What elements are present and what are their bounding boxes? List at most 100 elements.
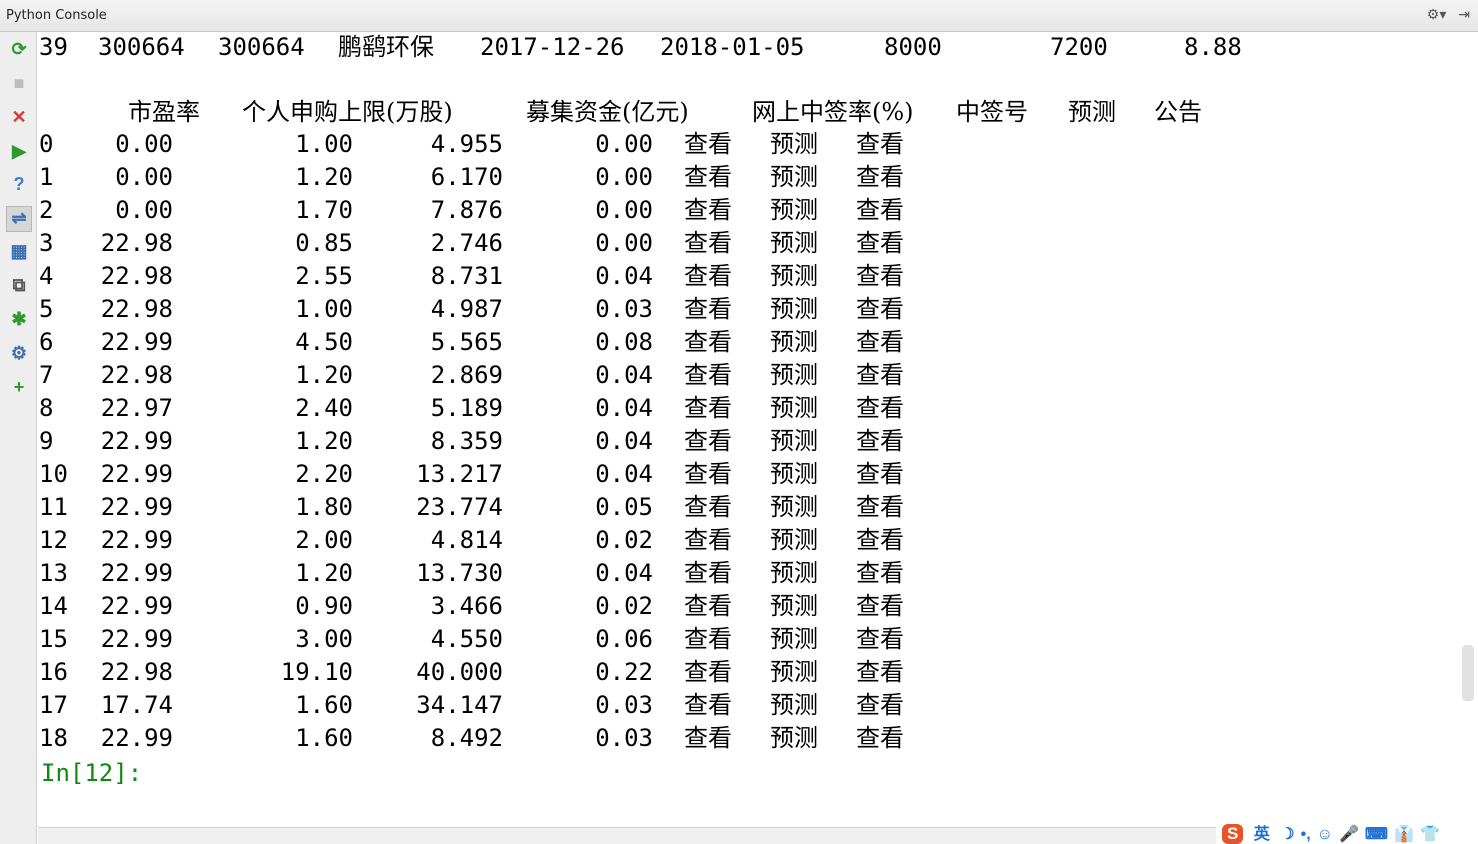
view-announcement-link: 查看 — [856, 658, 904, 686]
view-lot-link: 查看 — [684, 526, 732, 554]
fund-raised-cell: 3.466 — [430, 592, 503, 620]
view-announcement-link: 查看 — [856, 163, 904, 191]
fund-raised-cell: 40.000 — [416, 658, 503, 686]
header-limit: 个人申购上限(万股) — [242, 98, 453, 126]
subscription-limit-cell: 1.70 — [295, 196, 353, 224]
subscription-limit-cell: 19.10 — [280, 658, 353, 686]
view-lot-link: 查看 — [684, 262, 732, 290]
fund-raised-cell: 4.955 — [430, 130, 503, 158]
pe-ratio-cell: 22.99 — [100, 460, 173, 488]
pe-ratio-cell: 22.98 — [100, 361, 173, 389]
fund-raised-cell: 8.359 — [430, 427, 503, 455]
view-lot-link: 查看 — [684, 328, 732, 356]
console-output[interactable]: 39 300664 300664 鹏鹞环保 2017-12-26 2018-01… — [38, 32, 1460, 827]
row-index: 6 — [39, 328, 54, 356]
winning-rate-cell: 0.00 — [595, 196, 653, 224]
forecast-link: 预测 — [770, 460, 818, 488]
view-lot-link: 查看 — [684, 493, 732, 521]
forecast-link: 预测 — [770, 658, 818, 686]
view-lot-link: 查看 — [684, 691, 732, 719]
attach-debugger-icon[interactable]: ⧉ — [8, 274, 30, 296]
vertical-scrollbar-thumb[interactable] — [1462, 645, 1474, 701]
winning-rate-cell: 0.04 — [595, 361, 653, 389]
view-lot-link: 查看 — [684, 427, 732, 455]
close-icon[interactable]: ✕ — [8, 106, 30, 128]
pe-ratio-cell: 22.98 — [100, 229, 173, 257]
row-index: 5 — [39, 295, 54, 323]
apply-date: 2017-12-26 — [480, 33, 625, 61]
winning-rate-cell: 0.03 — [595, 295, 653, 323]
title-bar: Python Console ⚙▾ ⇥ — [0, 0, 1478, 32]
view-lot-link: 查看 — [684, 130, 732, 158]
forecast-link: 预测 — [770, 163, 818, 191]
pe-ratio-cell: 22.98 — [100, 295, 173, 323]
moon-icon[interactable]: ☽ — [1280, 824, 1294, 844]
view-announcement-link: 查看 — [856, 625, 904, 653]
view-announcement-link: 查看 — [856, 592, 904, 620]
winning-rate-cell: 0.04 — [595, 559, 653, 587]
subscription-limit-cell: 1.60 — [295, 724, 353, 752]
winning-rate-cell: 0.04 — [595, 394, 653, 422]
row-index: 0 — [39, 130, 54, 158]
view-lot-link: 查看 — [684, 394, 732, 422]
header-lot-number: 中签号 — [956, 98, 1028, 126]
header-announcement: 公告 — [1154, 98, 1202, 126]
forecast-link: 预测 — [770, 526, 818, 554]
user-icon[interactable]: 👔 — [1394, 824, 1414, 844]
winning-rate-cell: 0.00 — [595, 163, 653, 191]
help-icon[interactable]: ? — [8, 173, 30, 195]
microphone-icon[interactable]: 🎤 — [1339, 824, 1359, 844]
ime-language-toggle[interactable]: 英 — [1254, 820, 1270, 844]
stop-icon[interactable]: ■ — [8, 72, 30, 94]
view-announcement-link: 查看 — [856, 427, 904, 455]
console-prompt[interactable]: In[12]: — [41, 758, 142, 788]
keyboard-icon[interactable]: ⌨ — [1365, 824, 1388, 844]
row-index: 10 — [39, 460, 68, 488]
row-index: 39 — [39, 33, 68, 61]
fund-raised-cell: 7.876 — [430, 196, 503, 224]
row-index: 16 — [39, 658, 68, 686]
view-announcement-link: 查看 — [856, 559, 904, 587]
new-console-icon[interactable]: + — [8, 376, 30, 398]
view-announcement-link: 查看 — [856, 295, 904, 323]
fund-raised-cell: 4.550 — [430, 625, 503, 653]
row-index: 8 — [39, 394, 54, 422]
debug-icon[interactable]: ✱ — [8, 308, 30, 330]
sogou-ime-icon[interactable]: S — [1222, 824, 1244, 844]
header-forecast: 预测 — [1068, 98, 1116, 126]
forecast-link: 预测 — [770, 493, 818, 521]
run-icon[interactable]: ▶ — [8, 140, 30, 162]
forecast-link: 预测 — [770, 229, 818, 257]
punctuation-icon[interactable]: •, — [1301, 826, 1311, 844]
forecast-link: 预测 — [770, 262, 818, 290]
winning-rate-cell: 0.00 — [595, 229, 653, 257]
pe-ratio-cell: 22.99 — [100, 328, 173, 356]
forecast-link: 预测 — [770, 295, 818, 323]
view-announcement-link: 查看 — [856, 691, 904, 719]
subscription-limit-cell: 1.60 — [295, 691, 353, 719]
pe-ratio-cell: 22.99 — [100, 526, 173, 554]
view-announcement-link: 查看 — [856, 328, 904, 356]
winning-rate-cell: 0.04 — [595, 262, 653, 290]
winning-rate-cell: 0.00 — [595, 130, 653, 158]
fund-raised-cell: 4.987 — [430, 295, 503, 323]
row-index: 18 — [39, 724, 68, 752]
soft-wrap-icon[interactable]: ⇌ — [6, 206, 32, 232]
rerun-icon[interactable]: ⟳ — [8, 38, 30, 60]
listing-date: 2018-01-05 — [660, 33, 805, 61]
value-3: 8.88 — [1184, 33, 1242, 61]
variables-icon[interactable]: ▦ — [8, 240, 30, 262]
view-announcement-link: 查看 — [856, 493, 904, 521]
subscription-limit-cell: 1.80 — [295, 493, 353, 521]
settings-icon[interactable]: ⚙ — [8, 342, 30, 364]
window-title: Python Console — [6, 8, 107, 23]
console-toolbar: ⟳ ■ ✕ ▶? ⇌ ▦ ⧉ ✱ ⚙ + — [0, 32, 37, 844]
emoji-icon[interactable]: ☺ — [1317, 826, 1333, 844]
settings-dropdown-icon[interactable]: ⚙▾ — [1427, 6, 1447, 22]
fund-raised-cell: 13.217 — [416, 460, 503, 488]
skin-icon[interactable]: 👕 — [1420, 824, 1440, 844]
winning-rate-cell: 0.03 — [595, 691, 653, 719]
subscription-limit-cell: 3.00 — [295, 625, 353, 653]
hide-panel-icon[interactable]: ⇥ — [1458, 6, 1470, 22]
previous-output-row: 39 300664 300664 鹏鹞环保 2017-12-26 2018-01… — [38, 32, 1242, 65]
